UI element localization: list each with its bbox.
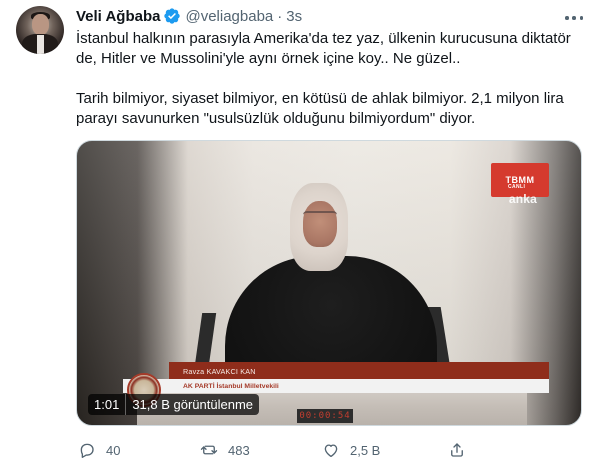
share-button[interactable] xyxy=(448,440,476,460)
retweet-button[interactable]: 483 xyxy=(200,440,250,460)
retweet-icon xyxy=(200,441,218,459)
avatar-face xyxy=(32,14,49,35)
video-duration: 1:01 xyxy=(94,397,120,412)
avatar[interactable] xyxy=(16,6,64,54)
author-handle[interactable]: @veliagbaba xyxy=(185,8,273,25)
reply-button[interactable]: 40 xyxy=(78,440,120,460)
tweet-actions: 40 483 2,5 B xyxy=(76,440,596,462)
reply-icon xyxy=(78,441,96,459)
video-meta-pill: 1:01 31,8 B görüntülenme xyxy=(88,394,260,415)
anka-watermark: anka xyxy=(508,192,537,206)
tweet-header: Veli Ağbaba @veliagbaba · 3s xyxy=(76,6,302,26)
heart-icon xyxy=(322,441,340,459)
speaker-face xyxy=(303,201,337,247)
tweet-time[interactable]: 3s xyxy=(286,8,302,25)
speech-timer: 00:00:54 xyxy=(297,409,353,423)
verified-badge-icon xyxy=(163,7,181,25)
speaker-title: AK PARTİ İstanbul Milletvekili xyxy=(183,382,279,390)
tweet-paragraph-2: Tarih bilmiyor, siyaset bilmiyor, en köt… xyxy=(76,90,564,127)
more-dot xyxy=(579,16,583,20)
speaker-title-bar: AK PARTİ İstanbul Milletvekili xyxy=(123,379,549,393)
more-icon[interactable] xyxy=(565,9,583,27)
speaker-name: Ravza KAVAKCI KAN xyxy=(183,366,256,376)
author-name[interactable]: Veli Ağbaba xyxy=(76,8,160,25)
video-views: 31,8 B görüntülenme xyxy=(132,397,254,412)
share-icon xyxy=(448,441,466,459)
tweet-video[interactable]: TBMM CANLI anka Ravza KAVAKCI KAN AK PAR… xyxy=(76,140,582,426)
more-dot xyxy=(572,16,576,20)
header-separator: · xyxy=(277,7,283,25)
like-button[interactable]: 2,5 B xyxy=(322,440,380,460)
retweet-count: 483 xyxy=(228,442,250,458)
speaker-name-bar: Ravza KAVAKCI KAN xyxy=(169,362,549,380)
tweet-paragraph-1: İstanbul halkının parasıyla Amerika'da t… xyxy=(76,30,571,67)
like-count: 2,5 B xyxy=(350,442,381,458)
tweet-text: İstanbul halkının parasıyla Amerika'da t… xyxy=(76,29,581,129)
avatar-shirt xyxy=(37,35,44,54)
tbmm-logo-subtitle: CANLI xyxy=(508,184,526,190)
reply-count: 40 xyxy=(106,442,121,458)
tweet: Veli Ağbaba @veliagbaba · 3s İstanbul ha… xyxy=(0,0,600,473)
more-dot xyxy=(565,16,569,20)
speaker-glasses xyxy=(303,211,337,219)
